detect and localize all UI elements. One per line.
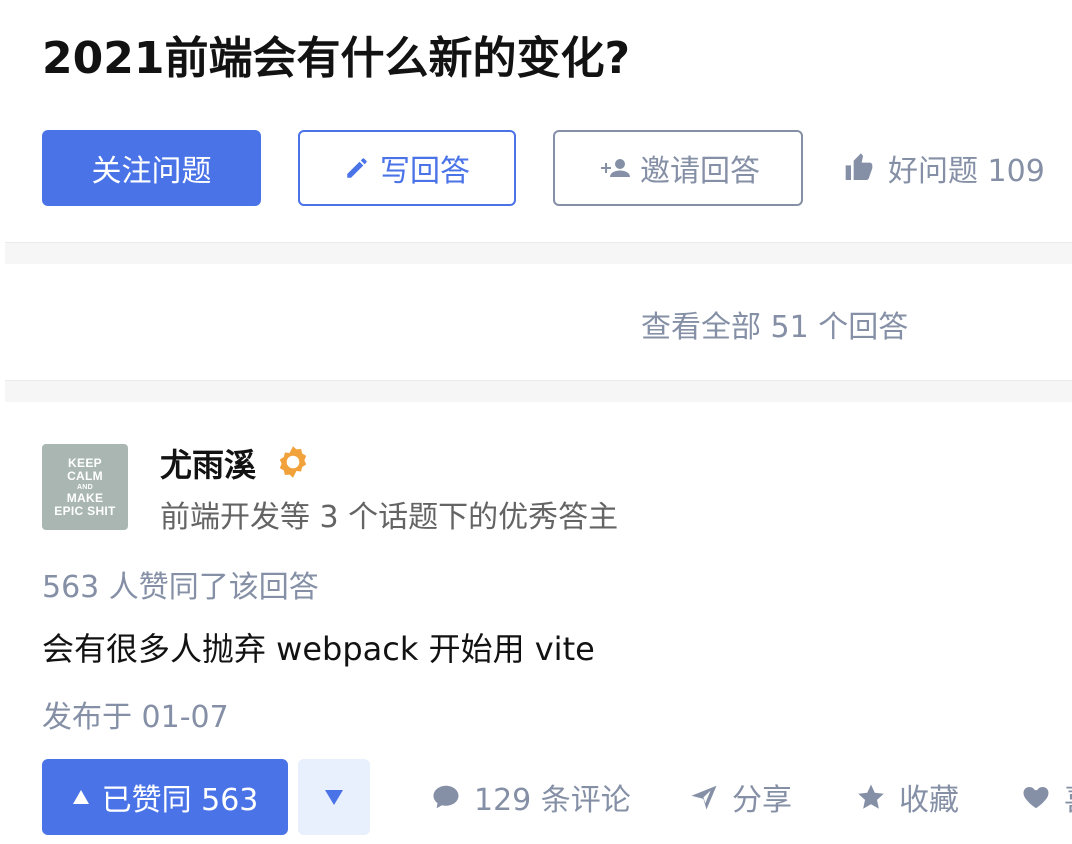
- heart-icon: [1020, 782, 1052, 812]
- share-label: 分享: [732, 783, 792, 818]
- like-label: 喜: [1064, 775, 1072, 819]
- upvote-label: 已赞同 563: [101, 783, 259, 818]
- vote-count-info[interactable]: 563 人赞同了该回答: [42, 562, 319, 606]
- avatar-text: EPIC SHIT: [54, 503, 116, 518]
- thumb-up-icon: [842, 152, 876, 184]
- good-question-button[interactable]: 好问题 109: [842, 130, 1045, 206]
- triangle-up-icon: [72, 789, 90, 805]
- good-question-label: 好问题 109: [888, 154, 1045, 189]
- follow-question-button[interactable]: 关注问题: [42, 130, 261, 206]
- avatar-text: CALM: [67, 468, 103, 483]
- pencil-icon: [344, 155, 370, 181]
- section-divider: [5, 380, 1072, 402]
- comment-button[interactable]: 129 条评论: [430, 759, 631, 835]
- share-button[interactable]: 分享: [688, 759, 792, 835]
- triangle-down-icon: [324, 788, 344, 806]
- upvote-button[interactable]: 已赞同 563: [42, 759, 288, 835]
- invite-answer-label: 邀请回答: [640, 154, 760, 189]
- view-all-answers-link[interactable]: 查看全部 51 个回答: [641, 302, 908, 346]
- star-icon: [855, 782, 887, 812]
- like-button[interactable]: 喜: [1020, 759, 1072, 835]
- write-answer-button[interactable]: 写回答: [298, 130, 516, 206]
- add-user-icon: [596, 155, 630, 181]
- collect-label: 收藏: [899, 783, 959, 818]
- paper-plane-icon: [688, 782, 720, 812]
- excellent-badge-icon[interactable]: [275, 444, 311, 484]
- downvote-button[interactable]: [298, 759, 370, 835]
- section-divider: [5, 242, 1072, 264]
- collect-button[interactable]: 收藏: [855, 759, 959, 835]
- follow-question-label: 关注问题: [91, 154, 212, 189]
- write-answer-label: 写回答: [380, 154, 470, 189]
- invite-answer-button[interactable]: 邀请回答: [553, 130, 803, 206]
- publish-time[interactable]: 发布于 01-07: [42, 692, 229, 736]
- avatar[interactable]: KEEP CALM AND MAKE EPIC SHIT: [42, 444, 128, 530]
- question-title: 2021前端会有什么新的变化?: [42, 33, 630, 84]
- author-name[interactable]: 尤雨溪: [160, 440, 256, 486]
- avatar-text: MAKE: [66, 490, 104, 505]
- answer-content: 会有很多人抛弃 webpack 开始用 vite: [42, 630, 595, 668]
- comment-icon: [430, 782, 462, 812]
- comment-label: 129 条评论: [474, 783, 631, 818]
- author-description: 前端开发等 3 个话题下的优秀答主: [160, 500, 619, 535]
- avatar-text: KEEP: [68, 455, 102, 470]
